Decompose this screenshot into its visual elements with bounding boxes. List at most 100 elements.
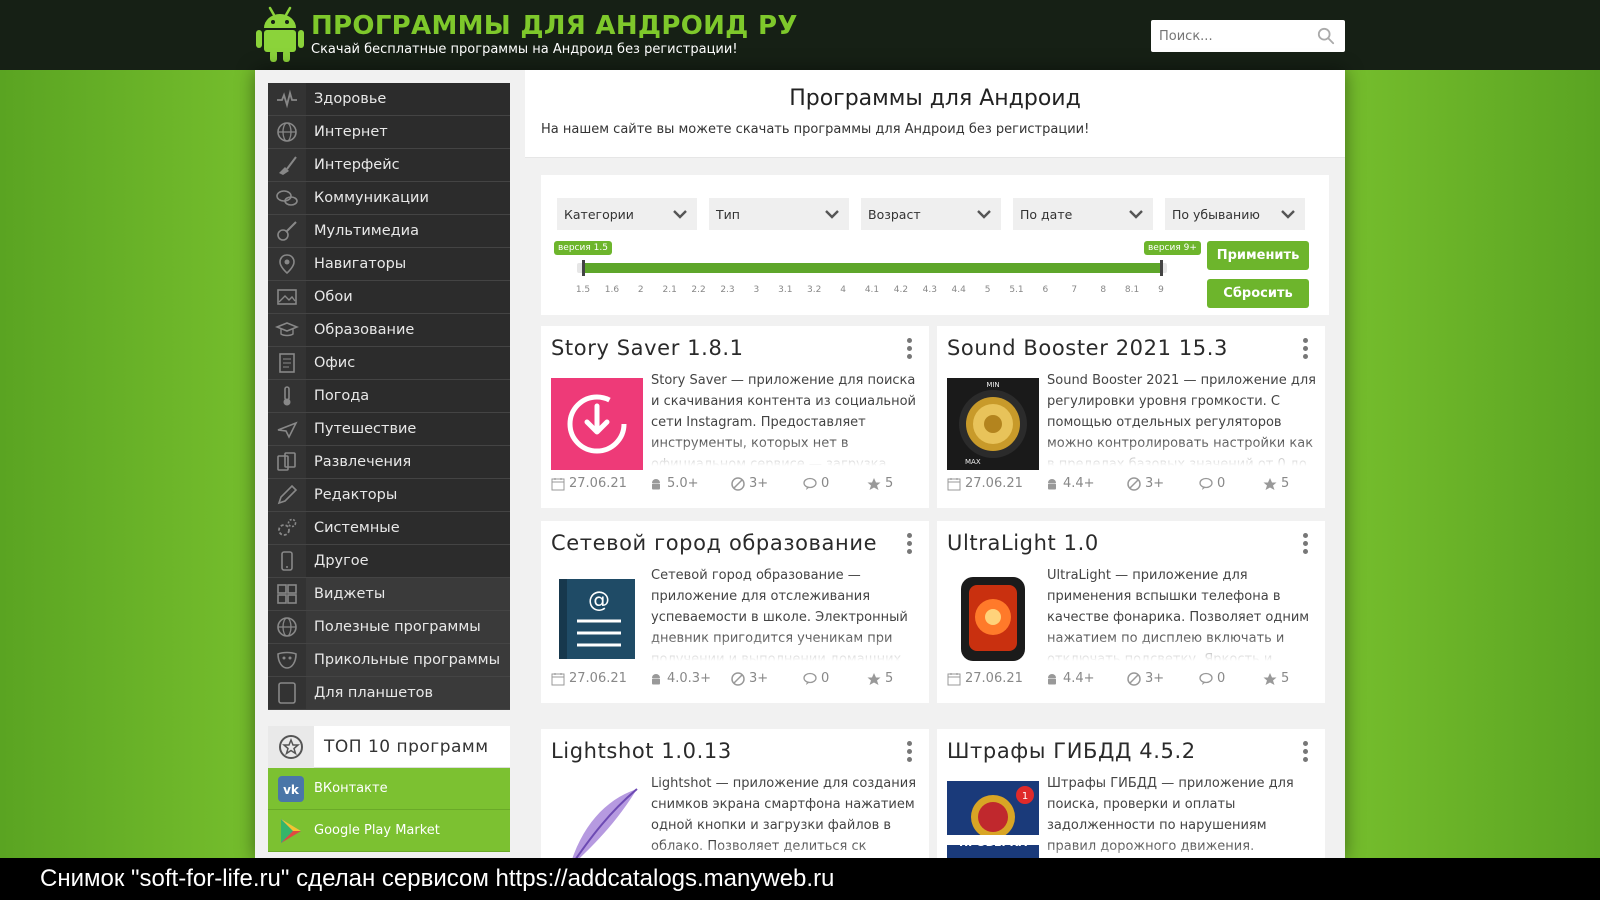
slider-tick-label: 4.4 (951, 285, 966, 295)
search-input[interactable] (1159, 21, 1319, 51)
app-description: Сетевой город образование — приложение д… (651, 565, 921, 661)
sort-by-select[interactable]: По дате (1013, 198, 1153, 230)
thumb-caption: ПРОВЕРКА (959, 836, 1028, 849)
more-options-icon[interactable] (1303, 338, 1309, 360)
slider-tick-label: 3.2 (807, 285, 822, 295)
sidebar-item-label: Обои (314, 289, 353, 305)
app-description: UltraLight — приложение для применения в… (1047, 565, 1317, 661)
slider-tick-label: 4.1 (864, 285, 880, 295)
sidebar-item-category[interactable]: Путешествие (268, 413, 510, 446)
app-title[interactable]: UltraLight 1.0 (947, 531, 1277, 555)
meta-age-value: 3+ (749, 476, 769, 491)
slider-tick-label: 2.1 (662, 285, 677, 295)
notification-badge: 1 (1022, 791, 1028, 802)
download-clock-icon[interactable] (551, 378, 643, 470)
filter-panel: Категории Тип Возраст По дате По убывани… (541, 175, 1329, 315)
flashlight-icon[interactable] (947, 573, 1039, 665)
sidebar-item-category[interactable]: Виджеты (268, 578, 510, 611)
app-title[interactable]: Lightshot 1.0.13 (551, 739, 881, 763)
more-options-icon[interactable] (907, 533, 913, 555)
sidebar-item-category[interactable]: Навигаторы (268, 248, 510, 281)
chevron-down-icon (977, 210, 991, 219)
meta-rating-value: 5 (885, 476, 894, 491)
sidebar-item-category[interactable]: Редакторы (268, 479, 510, 512)
globe-icon (268, 611, 306, 643)
reset-button[interactable]: Сбросить (1207, 279, 1309, 308)
app-card[interactable]: Story Saver 1.8.1 Story Saver — приложени… (541, 326, 929, 508)
map-pin-icon (268, 248, 306, 280)
search-icon[interactable] (1317, 27, 1335, 45)
more-options-icon[interactable] (907, 338, 913, 360)
sidebar-item-category[interactable]: Здоровье (268, 83, 510, 116)
meta-age: 3+ (731, 476, 768, 491)
more-options-icon[interactable] (907, 741, 913, 763)
sidebar-item-category[interactable]: Полезные программы (268, 611, 510, 644)
meta-android: 4.4+ (1045, 671, 1095, 686)
sidebar-item-category[interactable]: Коммуникации (268, 182, 510, 215)
rating-icon (1263, 477, 1281, 491)
app-card[interactable]: Сетевой город образование 1. @ Сетевой гор… (541, 521, 929, 703)
site-title[interactable]: ПРОГРАММЫ ДЛЯ АНДРОИД РУ (311, 10, 798, 42)
meta-date-value: 27.06.21 (569, 671, 627, 686)
vk-icon: vk (268, 768, 314, 810)
slider-handle-min[interactable] (582, 260, 585, 276)
meta-date: 27.06.21 (947, 671, 1023, 686)
age-select[interactable]: Возраст (861, 198, 1001, 230)
notebook-at-icon[interactable]: @ (551, 573, 643, 665)
sidebar-item-category[interactable]: Интернет (268, 116, 510, 149)
app-title[interactable]: Story Saver 1.8.1 (551, 336, 881, 360)
order-select[interactable]: По убыванию (1165, 198, 1305, 230)
sidebar-item-category[interactable]: Обои (268, 281, 510, 314)
version-slider[interactable] (577, 260, 1167, 276)
slider-tick-label: 2.2 (691, 285, 706, 295)
sidebar-item-label: Навигаторы (314, 256, 407, 272)
android-icon (1045, 672, 1063, 686)
slider-handle-max[interactable] (1160, 260, 1163, 276)
volume-knob-icon[interactable]: MIN MAX (947, 378, 1039, 470)
slider-tick-label: 2 (637, 285, 644, 295)
top10-header[interactable]: ТОП 10 программ (268, 725, 510, 768)
apply-button[interactable]: Применить (1207, 241, 1309, 270)
app-card[interactable]: Sound Booster 2021 15.3 MIN MAX Sound Boost… (937, 326, 1325, 508)
type-select[interactable]: Тип (709, 198, 849, 230)
sidebar-item-category[interactable]: Мультимедиа (268, 215, 510, 248)
social-link-google-play[interactable]: Google Play Market (268, 810, 510, 852)
app-title-text: Сетевой город образование (551, 531, 881, 555)
meta-date-value: 27.06.21 (965, 671, 1023, 686)
slider-ticks: 1.5 1.6 2 2.1 2.2 2.3 3 3.1 3.2 4 4.1 4.2 4.3 4.4 5 5.1… (576, 285, 1167, 299)
chevron-down-icon (673, 210, 687, 219)
intro-panel: Программы для Андроид На нашем сайте вы … (525, 70, 1345, 158)
app-meta: 27.06.21 4.4+ 3+ 0 5 (947, 671, 1317, 691)
meta-rating-value: 5 (1281, 476, 1290, 491)
guitar-icon (268, 215, 306, 247)
sidebar-item-label: Офис (314, 355, 356, 371)
sidebar-item-category[interactable]: Офис (268, 347, 510, 380)
more-options-icon[interactable] (1303, 533, 1309, 555)
meta-comments: 0 (1199, 476, 1225, 491)
sidebar-item-label: Редакторы (314, 487, 398, 503)
social-link-vk[interactable]: vk ВКонтакте (268, 768, 510, 810)
sidebar-item-category[interactable]: Интерфейс (268, 149, 510, 182)
site-logo[interactable]: ПРОГРАММЫ ДЛЯ АНДРОИД РУ Скачай бесплатн… (255, 4, 798, 64)
page-title: Программы для Андроид (789, 86, 1081, 111)
app-title[interactable]: Штрафы ГИБДД 4.5.2 (947, 739, 1277, 763)
slider-tick-label: 5.1 (1009, 285, 1024, 295)
rating-icon (867, 477, 885, 491)
sidebar-item-category[interactable]: Погода (268, 380, 510, 413)
sidebar-item-label: Мультимедиа (314, 223, 419, 239)
sidebar-item-category[interactable]: Другое (268, 545, 510, 578)
category-select[interactable]: Категории (557, 198, 697, 230)
sidebar-item-category[interactable]: Развлечения (268, 446, 510, 479)
app-card[interactable]: UltraLight 1.0 UltraLight — приложение дл… (937, 521, 1325, 703)
meta-rating: 5 (867, 476, 893, 491)
cards-icon (268, 446, 306, 478)
sidebar-item-category[interactable]: Прикольные программы (268, 644, 510, 677)
app-title[interactable]: Sound Booster 2021 15.3 (947, 336, 1277, 360)
app-title[interactable]: Сетевой город образование 1. (551, 531, 881, 555)
sidebar-item-category[interactable]: Образование (268, 314, 510, 347)
more-options-icon[interactable] (1303, 741, 1309, 763)
grid-icon (268, 578, 306, 610)
sidebar-item-category[interactable]: Системные (268, 512, 510, 545)
sidebar-item-category[interactable]: Для планшетов (268, 677, 510, 710)
chat-icon (268, 182, 306, 214)
